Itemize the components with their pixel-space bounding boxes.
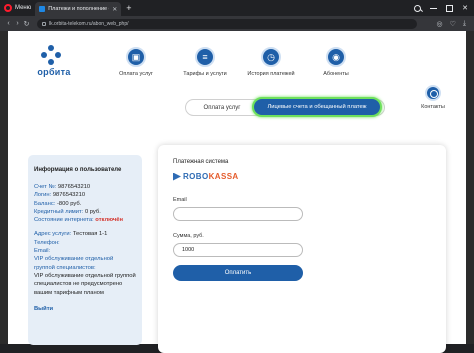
email-row: Email: <box>34 247 136 255</box>
browser-tab-title: Платежи и пополнение сч... <box>48 6 109 12</box>
pay-button[interactable]: Оплатить <box>173 265 303 281</box>
opera-icon <box>4 4 12 12</box>
nav-label: История платежей <box>247 71 295 77</box>
phone-row: Телефон: <box>34 239 136 247</box>
phone-label: Телефон: <box>34 239 60 246</box>
new-tab-icon[interactable]: + <box>126 3 131 13</box>
logo-dot <box>41 52 47 58</box>
favicon-icon <box>39 6 46 12</box>
address-bar: ‹ › ↻ lk.orbita-telekom.ru/abon_web_php/… <box>0 16 474 31</box>
address-row: Адрес услуги: Тестовая 1-1 <box>34 230 136 238</box>
nav-pay-services[interactable]: ▣ Оплата услуг <box>106 47 166 77</box>
login-row: Логин: 9876543210 <box>34 191 136 199</box>
tab-pay-services[interactable]: Оплата услуг <box>191 100 253 115</box>
page-viewport: орбита ▣ Оплата услуг ≡ Тарифы и услуги … <box>0 31 474 353</box>
nav-subscribers[interactable]: ◉ Абоненты <box>306 47 366 77</box>
site-logo[interactable]: орбита <box>28 45 80 77</box>
email-label: Email: <box>34 248 51 255</box>
forward-icon[interactable]: › <box>13 20 22 27</box>
logo-dot <box>48 45 54 51</box>
amount-field-label: Сумма, руб. <box>173 233 204 239</box>
internet-row: Состояние интернета: отключён <box>34 216 136 224</box>
close-tab-icon[interactable]: ✕ <box>112 6 117 13</box>
nav-payment-history[interactable]: ◷ История платежей <box>241 47 301 77</box>
vip-line: группой специалистов: <box>34 264 96 271</box>
credit-row: Кредитный лимит: 0 руб. <box>34 208 136 216</box>
account-label: Счет №: <box>34 184 57 190</box>
camera-icon[interactable]: ◎ <box>437 20 443 28</box>
balance-row: Баланс: -800 руб. <box>34 200 136 208</box>
contacts-button[interactable]: Контакты <box>418 85 448 110</box>
nav-label: Абоненты <box>323 71 349 77</box>
list-icon: ≡ <box>195 47 215 67</box>
login-label: Логин: <box>34 192 52 199</box>
window-controls: ✕ <box>414 4 474 12</box>
credit-value: 0 руб. <box>84 208 101 215</box>
nav-label: Оплата услуг <box>119 71 153 77</box>
robokassa-logo: ROBOKASSA <box>173 172 431 181</box>
logo-dot <box>55 52 61 58</box>
internet-status: отключён <box>95 217 124 224</box>
browser-menu-button[interactable]: Меню <box>0 0 35 16</box>
logout-link[interactable]: Выйти <box>34 306 53 312</box>
nav-label: Тарифы и услуги <box>183 71 227 77</box>
browser-tab[interactable]: Платежи и пополнение сч... ✕ <box>35 2 122 16</box>
logo-dot <box>48 59 54 65</box>
reload-icon[interactable]: ↻ <box>22 20 31 28</box>
robokassa-text-b: KASSA <box>208 172 239 181</box>
globe-icon: ◉ <box>326 47 346 67</box>
clock-icon: ◷ <box>261 47 281 67</box>
internet-label: Состояние интернета: <box>34 217 94 224</box>
address-value: Тестовая 1-1 <box>72 231 108 238</box>
contacts-label: Контакты <box>421 104 445 110</box>
logo-mark-icon <box>41 45 61 65</box>
lock-icon <box>42 21 46 26</box>
balance-label: Баланс: <box>34 200 56 207</box>
nav-tariffs[interactable]: ≡ Тарифы и услуги <box>175 47 235 77</box>
user-info-heading: Информация о пользователе <box>34 167 122 173</box>
user-info-panel: Информация о пользователе Счет №: 987654… <box>28 155 142 345</box>
account-value: 9876543210 <box>57 184 91 190</box>
vip-line: VIP обслуживание отдельной группой <box>34 272 136 279</box>
vip-line: специалистов не предусмотрено <box>34 281 123 288</box>
robokassa-text-a: ROBO <box>183 172 209 181</box>
credit-label: Кредитный лимит: <box>34 208 84 215</box>
browser-tab-bar: Меню Платежи и пополнение сч... ✕ + ✕ <box>0 0 474 16</box>
email-field-label: Email <box>173 197 187 203</box>
browser-menu-label: Меню <box>15 5 32 11</box>
payment-card: Платежная система ROBOKASSA Email Сумма,… <box>158 145 446 353</box>
robokassa-icon <box>173 172 181 181</box>
logo-text: орбита <box>37 67 71 77</box>
address-bar-actions: ◎ ♡ ⤓ <box>437 20 471 28</box>
email-field[interactable] <box>173 207 303 221</box>
address-label: Адрес услуги: <box>34 231 72 238</box>
browser-sidebar <box>0 31 8 344</box>
minimize-icon[interactable] <box>430 7 438 9</box>
account-row: Счет №: 9876543210 <box>34 183 136 191</box>
tab-accounts-promised-payment[interactable]: Лицевые счета и обещанный платеж <box>252 97 382 117</box>
download-icon[interactable]: ⤓ <box>463 20 466 28</box>
wallet-icon: ▣ <box>126 47 146 67</box>
heart-icon[interactable]: ♡ <box>450 20 456 28</box>
vip-line: вашим тарифным планом <box>34 289 104 296</box>
url-input[interactable]: lk.orbita-telekom.ru/abon_web_php/ <box>37 18 417 29</box>
amount-field[interactable]: 1000 <box>173 243 303 257</box>
balance-value: -800 руб. <box>56 200 82 207</box>
tab-search-icon[interactable] <box>414 4 422 12</box>
maximize-icon[interactable] <box>446 4 454 12</box>
login-value: 9876543210 <box>52 192 86 199</box>
chat-icon <box>425 85 441 101</box>
back-icon[interactable]: ‹ <box>4 20 13 27</box>
window-border <box>466 31 474 344</box>
payment-system-heading: Платежная система <box>173 159 229 165</box>
close-window-icon[interactable]: ✕ <box>462 4 468 12</box>
robokassa-text: ROBOKASSA <box>183 172 239 181</box>
url-text: lk.orbita-telekom.ru/abon_web_php/ <box>49 20 129 27</box>
vip-line: VIP обслуживание отдельной <box>34 256 114 263</box>
